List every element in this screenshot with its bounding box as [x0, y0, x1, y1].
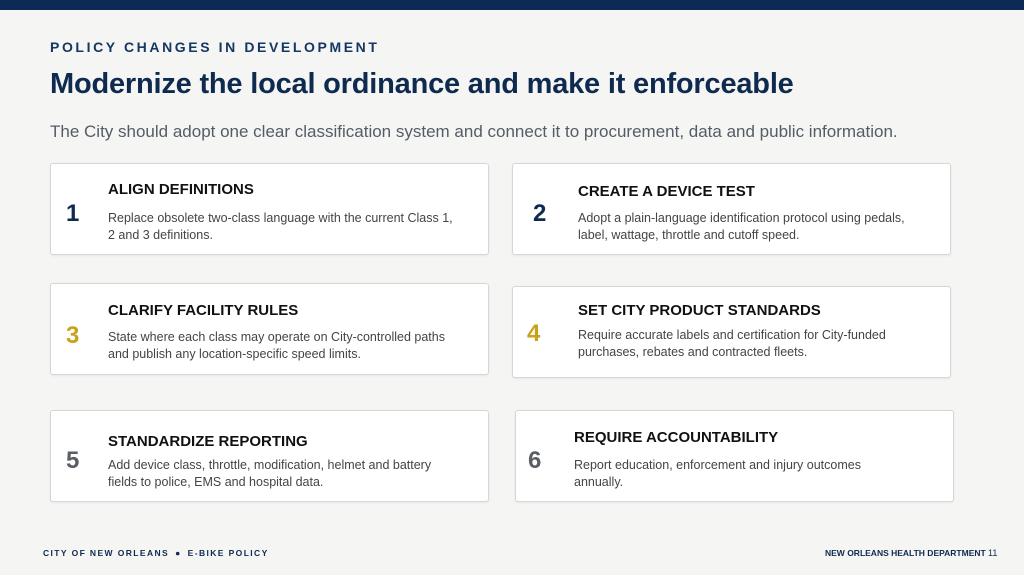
top-accent-bar	[0, 0, 1024, 10]
policy-card-2: 2 CREATE A DEVICE TEST Adopt a plain-lan…	[512, 163, 951, 255]
policy-card-6: 6 REQUIRE ACCOUNTABILITY Report educatio…	[515, 410, 954, 502]
policy-card-3: 3 CLARIFY FACILITY RULES State where eac…	[50, 283, 489, 375]
footer-topic: E-BIKE POLICY	[187, 548, 269, 558]
page-title: Modernize the local ordinance and make i…	[50, 68, 794, 100]
card-number: 1	[66, 200, 80, 227]
page-subtitle: The City should adopt one clear classifi…	[50, 122, 898, 141]
card-description: Report education, enforcement and injury…	[574, 458, 861, 489]
card-description: Replace obsolete two-class language with…	[108, 211, 453, 242]
policy-card-5: 5 STANDARDIZE REPORTING Add device class…	[50, 410, 489, 502]
card-heading: ALIGN DEFINITIONS	[108, 181, 254, 198]
card-heading: REQUIRE ACCOUNTABILITY	[574, 429, 779, 446]
card-description: Adopt a plain-language identification pr…	[578, 211, 905, 242]
card-heading: CLARIFY FACILITY RULES	[108, 302, 299, 319]
section-eyebrow: POLICY CHANGES IN DEVELOPMENT	[50, 39, 380, 55]
card-heading: STANDARDIZE REPORTING	[108, 433, 308, 450]
policy-card-4: 4 SET CITY PRODUCT STANDARDS Require acc…	[512, 286, 951, 378]
page-number: 11	[988, 548, 998, 558]
card-heading: CREATE A DEVICE TEST	[578, 183, 755, 200]
footer-left: CITY OF NEW ORLEANS ● E-BIKE POLICY	[43, 548, 269, 558]
card-number: 4	[527, 320, 541, 347]
footer-department: NEW ORLEANS HEALTH DEPARTMENT	[825, 548, 986, 558]
footer-org: CITY OF NEW ORLEANS	[43, 548, 170, 558]
policy-card-1: 1 ALIGN DEFINITIONS Replace obsolete two…	[50, 163, 489, 255]
footer-separator: ●	[175, 548, 182, 558]
card-description: State where each class may operate on Ci…	[108, 330, 445, 361]
card-number: 3	[66, 322, 80, 349]
card-description: Add device class, throttle, modification…	[108, 458, 432, 489]
card-description: Require accurate labels and certificatio…	[578, 328, 886, 359]
card-number: 2	[533, 200, 547, 227]
card-heading: SET CITY PRODUCT STANDARDS	[578, 302, 821, 319]
card-number: 6	[528, 447, 542, 474]
card-number: 5	[66, 447, 80, 474]
